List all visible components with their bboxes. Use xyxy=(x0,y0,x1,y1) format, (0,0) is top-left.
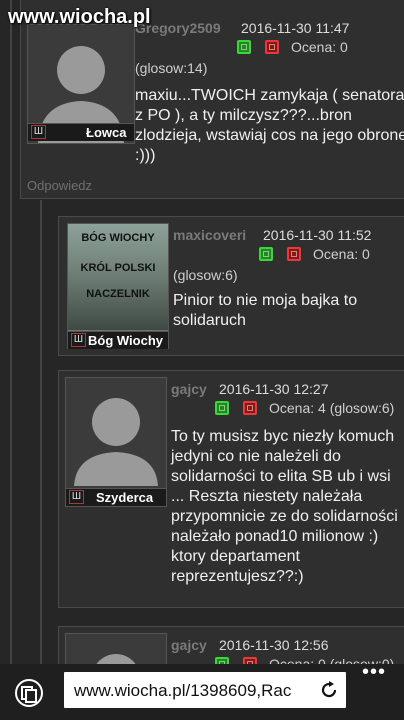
comment-date: 2016-11-30 12:56 xyxy=(219,637,329,653)
comment-votes: (glosow:6) xyxy=(173,267,238,283)
avatar: BÓG WIOCHY KRÓL POLSKI NACZELNIK Ш Bóg W… xyxy=(67,223,169,349)
comment-rating: Ocena: 0 xyxy=(313,246,370,262)
minus-icon xyxy=(269,44,275,50)
avatar-caption-1: BÓG WIOCHY xyxy=(81,232,155,244)
comment-rating: Ocena: 0 xyxy=(291,39,348,55)
minus-icon xyxy=(247,405,253,411)
comment-rating: Ocena: 4 (glosow:6) xyxy=(269,400,395,416)
plus-icon xyxy=(219,405,225,411)
vote-down-button[interactable] xyxy=(287,247,301,261)
plus-icon xyxy=(241,44,247,50)
comment-date: 2016-11-30 12:27 xyxy=(219,381,329,397)
comment-text: maxiu...TWOICH zamykaja ( senatora z PO … xyxy=(135,87,404,164)
plus-icon xyxy=(263,251,269,257)
vote-up-button[interactable] xyxy=(259,247,273,261)
rank-label: Bóg Wiochy xyxy=(88,333,163,348)
comment-date: 2016-11-30 11:52 xyxy=(263,227,372,243)
comment-1: Ш Łowca Gregory2509 2016-11-30 11:47 Oce… xyxy=(20,0,404,199)
url-text: www.wiocha.pl/1398609,Rac xyxy=(74,681,292,700)
comment-author[interactable]: maxicoveri xyxy=(173,227,246,243)
avatar-image: BÓG WIOCHY KRÓL POLSKI NACZELNIK xyxy=(68,224,168,330)
comment-votes: (glosow:14) xyxy=(135,60,208,76)
rank-bar: Ш Bóg Wiochy xyxy=(68,331,168,349)
vote-down-button[interactable] xyxy=(265,40,279,54)
comment-text: To ty musisz byc niezły komuch jedyni co… xyxy=(171,428,398,585)
comment-3: Ш Szyderca gajcy 2016-11-30 12:27 Ocena:… xyxy=(58,370,404,608)
minus-icon xyxy=(291,251,297,257)
more-icon[interactable]: ••• xyxy=(362,662,388,682)
avatar-caption-2: KRÓL POLSKI xyxy=(80,262,156,274)
rank-shield-icon: Ш xyxy=(71,333,86,347)
comment-author[interactable]: gajcy xyxy=(171,381,207,397)
tabs-icon[interactable] xyxy=(14,678,44,708)
vote-up-button[interactable] xyxy=(237,40,251,54)
comment-2: BÓG WIOCHY KRÓL POLSKI NACZELNIK Ш Bóg W… xyxy=(58,216,404,356)
refresh-icon[interactable] xyxy=(318,679,340,701)
vote-up-button[interactable] xyxy=(215,401,229,415)
thread-line xyxy=(40,200,42,664)
vote-down-button[interactable] xyxy=(243,401,257,415)
site-watermark: www.wiocha.pl xyxy=(8,6,151,28)
reply-link[interactable]: Odpowiedz xyxy=(27,178,92,193)
avatar-caption-3: NACZELNIK xyxy=(86,288,150,300)
comment-author[interactable]: gajcy xyxy=(171,637,207,653)
comment-date: 2016-11-30 11:47 xyxy=(241,20,350,36)
url-input[interactable]: www.wiocha.pl/1398609,Rac xyxy=(64,672,346,708)
thread-line xyxy=(10,0,12,664)
comment-text: Pinior to nie moja bajka to solidaruch xyxy=(173,292,358,329)
